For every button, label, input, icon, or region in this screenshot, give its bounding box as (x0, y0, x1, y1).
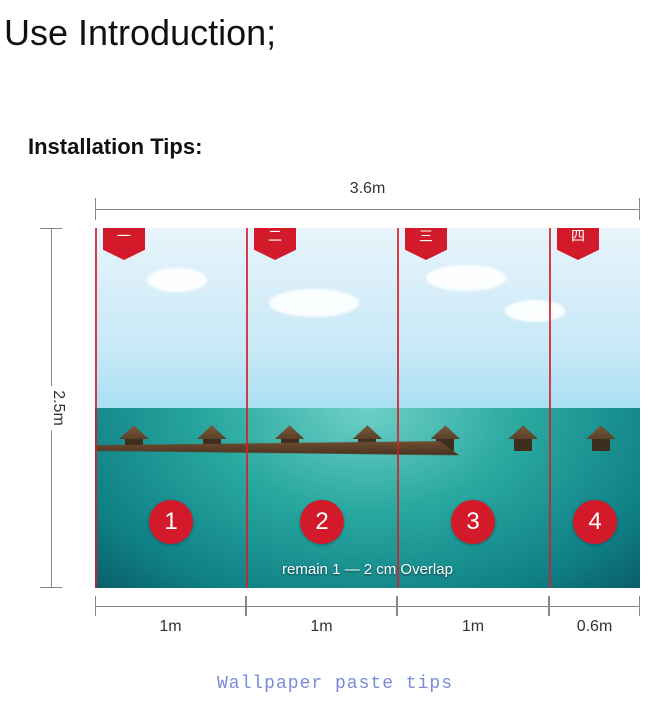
installation-diagram: 3.6m 2.5m 一 二 三 四 (40, 198, 650, 648)
overlap-note: remain 1 — 2 cm Overlap (95, 561, 640, 578)
wallpaper-preview: 一 二 三 四 1 2 3 4 remain 1 — 2 cm Overlap (95, 228, 640, 588)
caption: Wallpaper paste tips (0, 674, 670, 694)
installation-tips-heading: Installation Tips: (0, 54, 670, 160)
panel-divider-4 (549, 228, 551, 588)
total-height-dimension: 2.5m (40, 228, 62, 588)
panel-width-4-label: 0.6m (577, 618, 613, 636)
page-title: Use Introduction; (0, 0, 670, 54)
total-height-label: 2.5m (49, 386, 67, 430)
panel-divider-1 (95, 228, 97, 588)
panel-number-circle-2: 2 (300, 500, 344, 544)
panel-width-1: 1m (95, 596, 246, 616)
panel-width-2: 1m (246, 596, 397, 616)
panel-width-2-label: 1m (310, 618, 332, 636)
panel-width-1-label: 1m (159, 618, 181, 636)
total-width-dimension: 3.6m (95, 198, 640, 220)
panel-number-circle-1: 1 (149, 500, 193, 544)
panel-divider-3 (397, 228, 399, 588)
panel-divider-2 (246, 228, 248, 588)
total-width-label: 3.6m (344, 180, 392, 198)
panel-width-3-label: 1m (462, 618, 484, 636)
clouds (122, 257, 613, 365)
panel-number-circle-4: 4 (573, 500, 617, 544)
panel-width-dimensions: 1m 1m 1m 0.6m (95, 596, 640, 636)
panel-width-4: 0.6m (549, 596, 640, 616)
panel-number-circle-3: 3 (451, 500, 495, 544)
panel-width-3: 1m (397, 596, 549, 616)
